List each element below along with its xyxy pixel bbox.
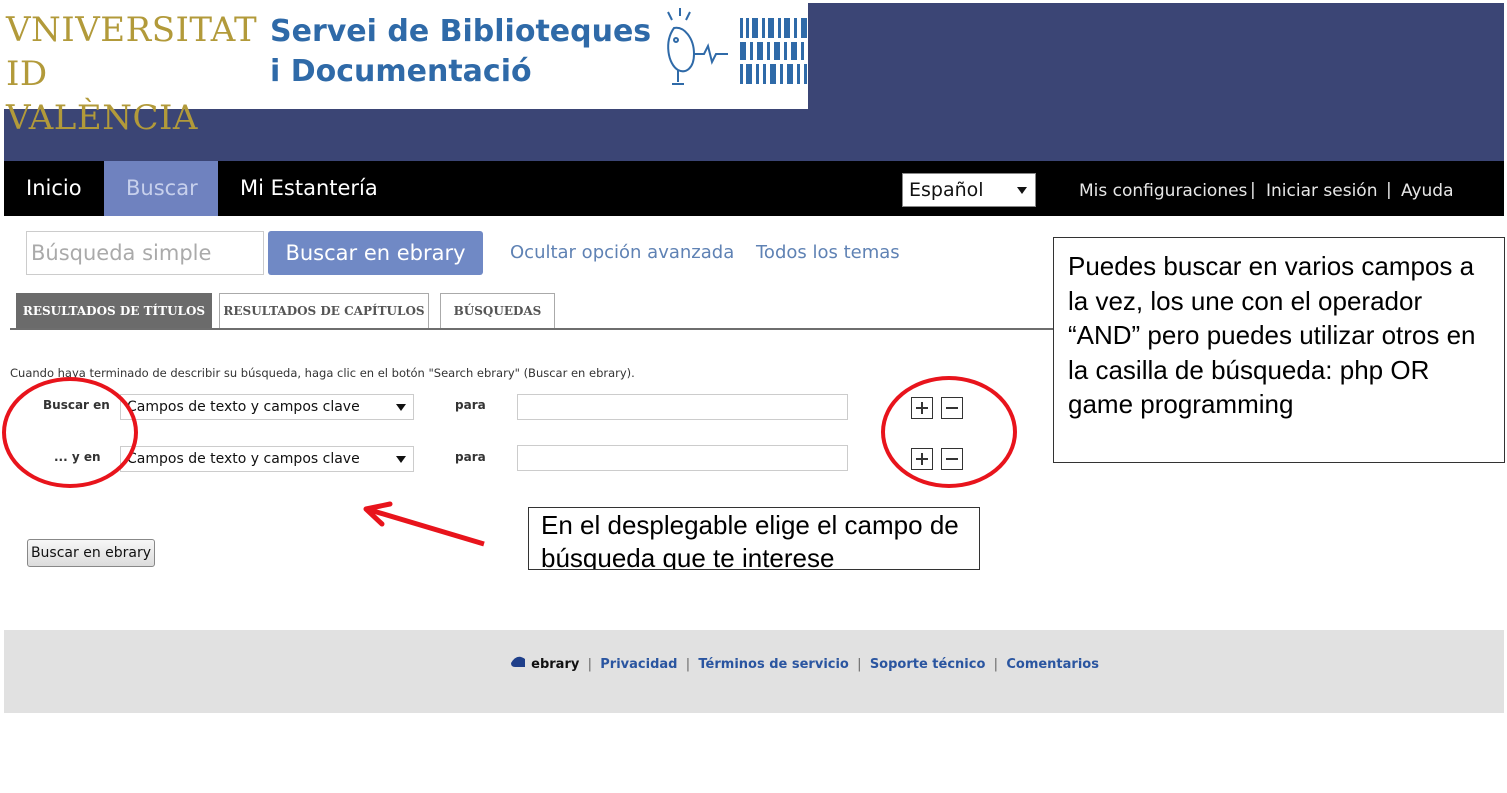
field-select-1[interactable]: Campos de texto y campos clave — [120, 394, 414, 420]
para-label: para — [455, 398, 486, 412]
nav-tab-inicio[interactable]: Inicio — [4, 161, 104, 216]
link-mis-configuraciones[interactable]: Mis configuraciones — [1079, 181, 1247, 201]
field-select-value: Campos de texto y campos clave — [127, 451, 360, 467]
annotation-callout-dropdown: En el desplegable elige el campo de búsq… — [528, 507, 980, 570]
nav-separator: | — [1250, 180, 1256, 200]
footer-link-privacidad[interactable]: Privacidad — [600, 657, 677, 672]
chevron-down-icon — [1017, 187, 1027, 194]
tab-searches[interactable]: BÚSQUEDAS — [440, 293, 555, 328]
annotation-circle-labels — [2, 377, 138, 488]
nav-separator: | — [1386, 180, 1392, 200]
annotation-arrow-icon — [363, 501, 485, 547]
service-title-line2: i Documentació — [270, 54, 532, 89]
tab-chapter-results[interactable]: RESULTADOS DE CAPÍTULOS — [219, 293, 429, 328]
annotation-callout-fields: Puedes buscar en varios campos a la vez,… — [1053, 237, 1505, 463]
search-instructions: Cuando haya terminado de describir su bú… — [10, 366, 635, 380]
nav-tab-buscar[interactable]: Buscar — [104, 161, 218, 216]
search-term-input-2[interactable] — [517, 445, 848, 471]
search-ebrary-button[interactable]: Buscar en ebrary — [268, 231, 483, 275]
service-title[interactable]: Servei de Biblioteques i Documentació — [270, 12, 651, 92]
footer-links: ebrary | Privacidad | Términos de servic… — [509, 655, 1099, 672]
all-topics-link[interactable]: Todos los temas — [756, 242, 900, 263]
language-select-value: Español — [909, 179, 984, 201]
chevron-down-icon — [396, 456, 406, 463]
link-iniciar-sesion[interactable]: Iniciar sesión — [1266, 181, 1377, 201]
footer-link-comentarios[interactable]: Comentarios — [1006, 657, 1099, 672]
field-select-value: Campos de texto y campos clave — [127, 399, 360, 415]
annotation-circle-buttons — [881, 376, 1017, 488]
para-label: para — [455, 450, 486, 464]
search-term-input-1[interactable] — [517, 394, 848, 420]
footer-link-soporte[interactable]: Soporte técnico — [870, 657, 986, 672]
footer-separator: | — [583, 657, 597, 672]
university-logo[interactable]: VNIVERSITAT ID VALÈNCIA — [6, 8, 258, 140]
ebrary-logo[interactable]: ebrary — [531, 657, 579, 672]
footer-separator: | — [853, 657, 866, 672]
chevron-down-icon — [396, 404, 406, 411]
university-name-line2: ID VALÈNCIA — [6, 54, 198, 138]
service-title-line1: Servei de Biblioteques — [270, 14, 652, 49]
ebrary-logo-icon — [511, 656, 525, 667]
language-select[interactable]: Español — [902, 173, 1036, 207]
footer-link-terminos[interactable]: Términos de servicio — [698, 657, 848, 672]
footer-separator: | — [989, 657, 1003, 672]
nav-tab-mi-estanteria[interactable]: Mi Estantería — [218, 161, 400, 216]
library-mascot-icon — [667, 8, 807, 85]
tab-title-results[interactable]: RESULTADOS DE TÍTULOS — [16, 293, 212, 328]
hide-advanced-link[interactable]: Ocultar opción avanzada — [510, 242, 734, 263]
simple-search-input[interactable]: Búsqueda simple — [26, 231, 264, 275]
submit-search-button[interactable]: Buscar en ebrary — [27, 539, 155, 567]
field-select-2[interactable]: Campos de texto y campos clave — [120, 446, 414, 472]
footer-separator: | — [681, 657, 695, 672]
link-ayuda[interactable]: Ayuda — [1401, 181, 1454, 201]
university-name-line1: VNIVERSITAT — [6, 10, 258, 50]
